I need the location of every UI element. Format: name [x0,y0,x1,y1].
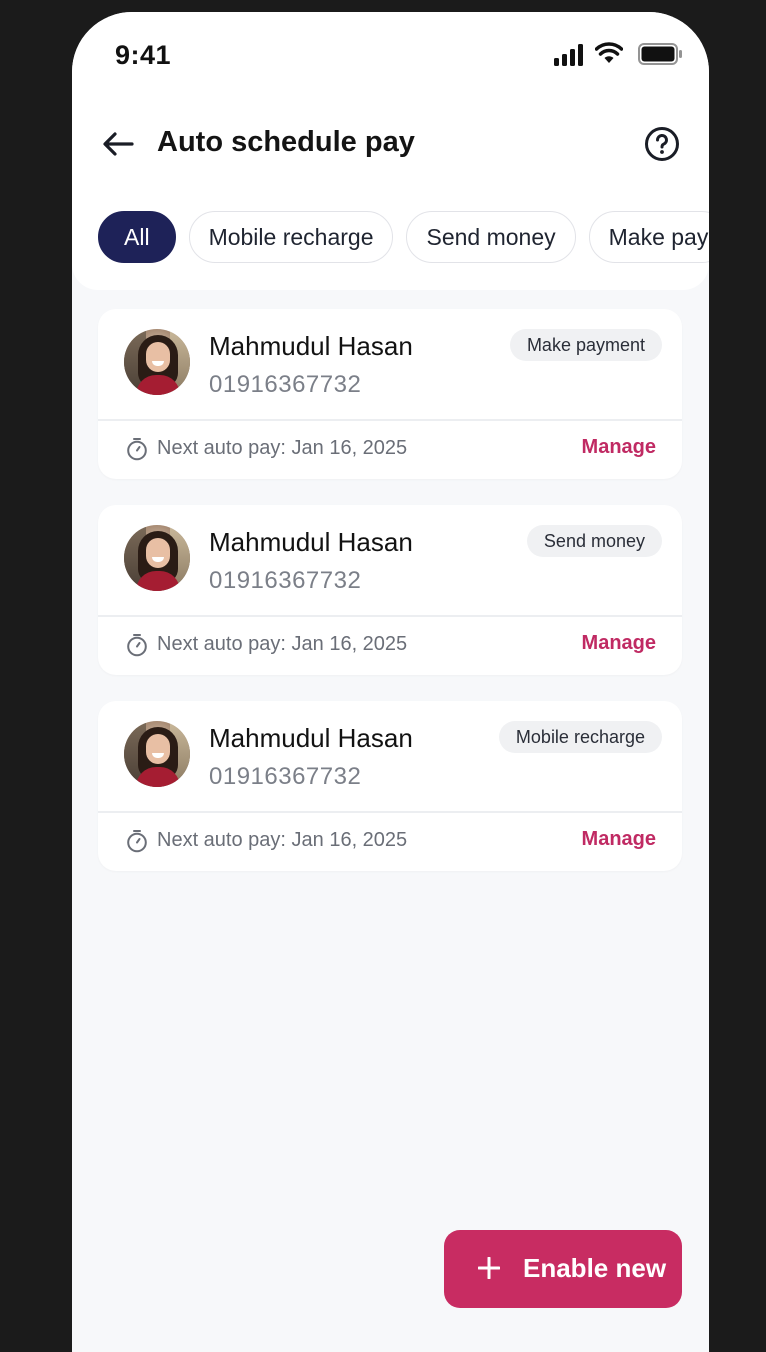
manage-link[interactable]: Manage [582,436,656,459]
back-arrow-icon[interactable] [100,126,136,162]
divider [98,615,682,617]
status-time: 9:41 [115,40,172,70]
avatar [124,525,190,591]
page-title: Auto schedule pay [157,126,415,158]
type-badge: Make payment [509,329,662,361]
timer-icon [127,438,147,461]
signal-icon [554,44,583,66]
top-area: 9:41 Auto schedule pay All Mobile rechar… [72,12,709,290]
next-pay-date: Next auto pay: Jan 16, 2025 [157,437,408,459]
type-badge: Mobile recharge [498,721,662,753]
schedule-card: Mahmudul Hasan 01916367732 Send money Ne… [98,505,682,675]
avatar [124,329,190,395]
next-pay-date: Next auto pay: Jan 16, 2025 [157,633,408,655]
avatar [124,721,190,787]
timer-icon [127,830,147,853]
battery-icon [638,43,682,65]
next-pay-date: Next auto pay: Jan 16, 2025 [157,829,408,851]
contact-name: Mahmudul Hasan [209,723,413,753]
manage-link[interactable]: Manage [582,828,656,851]
chip-send-money[interactable]: Send money [406,211,576,263]
chip-mobile-recharge[interactable]: Mobile recharge [188,211,394,263]
contact-number: 01916367732 [209,371,362,398]
type-badge: Send money [526,525,662,557]
chip-make-payment[interactable]: Make pay [588,211,709,263]
enable-new-button[interactable]: Enable new [444,1230,682,1308]
help-icon[interactable] [644,126,680,162]
enable-new-label: Enable new [523,1253,667,1283]
schedule-card: Mahmudul Hasan 01916367732 Mobile rechar… [98,701,682,871]
contact-number: 01916367732 [209,567,362,594]
chip-all[interactable]: All [98,211,176,263]
manage-link[interactable]: Manage [582,632,656,655]
plus-icon [478,1257,500,1279]
contact-number: 01916367732 [209,763,362,790]
contact-name: Mahmudul Hasan [209,331,413,361]
divider [98,419,682,421]
phone-screen: 9:41 Auto schedule pay All Mobile rechar… [72,12,709,1352]
schedule-card: Mahmudul Hasan 01916367732 Make payment … [98,309,682,479]
filter-chips: All Mobile recharge Send money Make pay [98,211,709,265]
timer-icon [127,634,147,657]
contact-name: Mahmudul Hasan [209,527,413,557]
wifi-icon [595,42,623,63]
divider [98,811,682,813]
